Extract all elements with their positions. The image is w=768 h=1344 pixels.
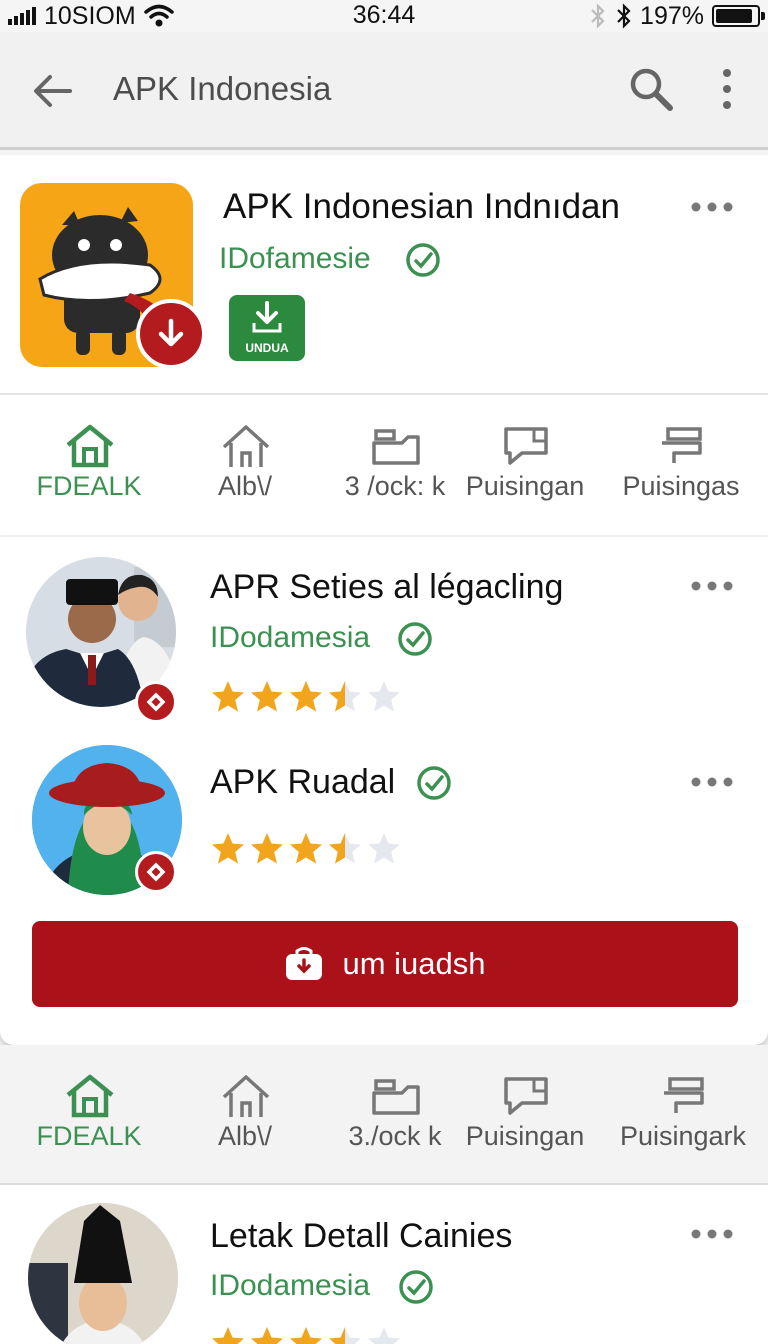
- app-title[interactable]: APK Indonesian Indnıdan: [223, 187, 620, 227]
- home-outline-icon: [222, 425, 270, 467]
- more-horizontal-icon[interactable]: [690, 1227, 734, 1241]
- search-icon[interactable]: [628, 66, 674, 112]
- star-icon: [329, 1327, 361, 1344]
- tab-puisingas[interactable]: Puisingas: [604, 395, 758, 535]
- star-icon: [329, 833, 361, 864]
- tab-label: Alb\/: [217, 471, 273, 501]
- tab-label: Alb\/: [217, 1121, 273, 1151]
- tab-puisingan[interactable]: Puisingan: [448, 395, 602, 535]
- tab-label: FDEALK: [36, 471, 142, 501]
- publisher-name[interactable]: IDofamesie: [219, 242, 371, 276]
- tab-bar-secondary: FDEALK Alb\/ 3./ock k Puisingan Puisinga…: [0, 1045, 768, 1185]
- app-title[interactable]: Letak Detall Cainies: [210, 1217, 512, 1256]
- star-icon: [368, 833, 400, 864]
- tab-fdealk[interactable]: FDEALK: [12, 1045, 166, 1185]
- home-outline-icon: [222, 1075, 270, 1117]
- download-button-label: UNDUA: [245, 340, 289, 355]
- star-icon: [251, 681, 283, 712]
- star-icon: [368, 1327, 400, 1344]
- install-button-label: um iuadsh: [342, 946, 486, 981]
- star-icon: [368, 681, 400, 712]
- tab-label: Puisingark: [619, 1121, 747, 1151]
- featured-app-section: APK Indonesian Indnıdan IDofamesie UNDUA…: [0, 155, 768, 535]
- battery-icon: [712, 5, 765, 27]
- person-portrait-icon: [28, 1203, 178, 1344]
- star-icon: [212, 833, 244, 864]
- app-avatar[interactable]: [28, 1203, 178, 1344]
- home-icon: [66, 1074, 114, 1118]
- verified-check-icon: [417, 766, 451, 800]
- publisher-name[interactable]: IDodamesia: [210, 621, 370, 655]
- bag-icon: [286, 947, 323, 980]
- verified-check-icon: [399, 1270, 433, 1304]
- more-horizontal-icon[interactable]: [690, 775, 734, 789]
- more-vertical-icon[interactable]: [710, 66, 744, 112]
- app-title[interactable]: APR Seties al légacling: [210, 568, 563, 607]
- tab-puisingark[interactable]: Puisingark: [606, 1045, 760, 1185]
- tab-albv[interactable]: Alb\/: [168, 1045, 322, 1185]
- app-badge-icon: [135, 681, 177, 723]
- star-icon: [290, 833, 322, 864]
- tray-icon: [372, 1079, 420, 1115]
- status-bar: 10SIOM 36:44 197%: [0, 0, 768, 32]
- verified-check-icon: [406, 243, 440, 277]
- publisher-name[interactable]: IDodamesia: [210, 1269, 370, 1303]
- more-horizontal-icon[interactable]: [690, 200, 734, 214]
- star-icon: [290, 681, 322, 712]
- tab-fdealk[interactable]: FDEALK: [12, 395, 166, 535]
- verified-check-icon: [398, 622, 432, 656]
- app-list-item: Letak Detall Cainies IDodamesia: [0, 1185, 768, 1344]
- arrow-left-icon[interactable]: [30, 68, 76, 114]
- bluetooth-icon: [591, 3, 605, 29]
- star-icon: [290, 1327, 322, 1344]
- app-list-card: APR Seties al légacling IDodamesia APK R…: [0, 537, 768, 1045]
- tray-icon: [372, 429, 420, 465]
- app-icon[interactable]: [20, 183, 206, 369]
- tab-label: Puisingas: [622, 471, 740, 501]
- app-badge-icon: [135, 851, 177, 893]
- star-icon: [329, 681, 361, 712]
- tab-label: Puisingan: [465, 471, 585, 501]
- star-icon: [212, 681, 244, 712]
- more-horizontal-icon[interactable]: [690, 579, 734, 593]
- home-icon: [66, 424, 114, 468]
- rating-stars: [210, 1325, 402, 1344]
- tab-label: Puisingan: [465, 1121, 585, 1151]
- battery-percent: 197%: [640, 1, 704, 30]
- star-icon: [251, 1327, 283, 1344]
- star-icon: [251, 833, 283, 864]
- app-bar: APK Indonesia: [0, 32, 768, 150]
- chat-icon: [504, 1077, 548, 1115]
- tab-albv[interactable]: Alb\/: [168, 395, 322, 535]
- rating-stars: [210, 831, 402, 867]
- tab-puisingan[interactable]: Puisingan: [448, 1045, 602, 1185]
- star-icon: [212, 1327, 244, 1344]
- tag-icon: [662, 427, 702, 463]
- tab-label: FDEALK: [36, 1121, 142, 1151]
- app-title[interactable]: APK Ruadal: [210, 763, 395, 802]
- page-title: APK Indonesia: [113, 70, 332, 107]
- download-icon: [252, 301, 282, 333]
- bluetooth-icon: [617, 3, 631, 29]
- tag-icon: [664, 1077, 704, 1113]
- download-button[interactable]: UNDUA: [229, 295, 305, 361]
- chat-icon: [504, 427, 548, 465]
- rating-stars: [210, 679, 402, 715]
- arrow-down-icon: [158, 318, 184, 347]
- download-badge: [136, 299, 206, 369]
- install-button[interactable]: um iuadsh: [32, 921, 738, 1007]
- tab-bar: FDEALK Alb\/ 3 /ock: k Puisingan Puising…: [0, 395, 768, 535]
